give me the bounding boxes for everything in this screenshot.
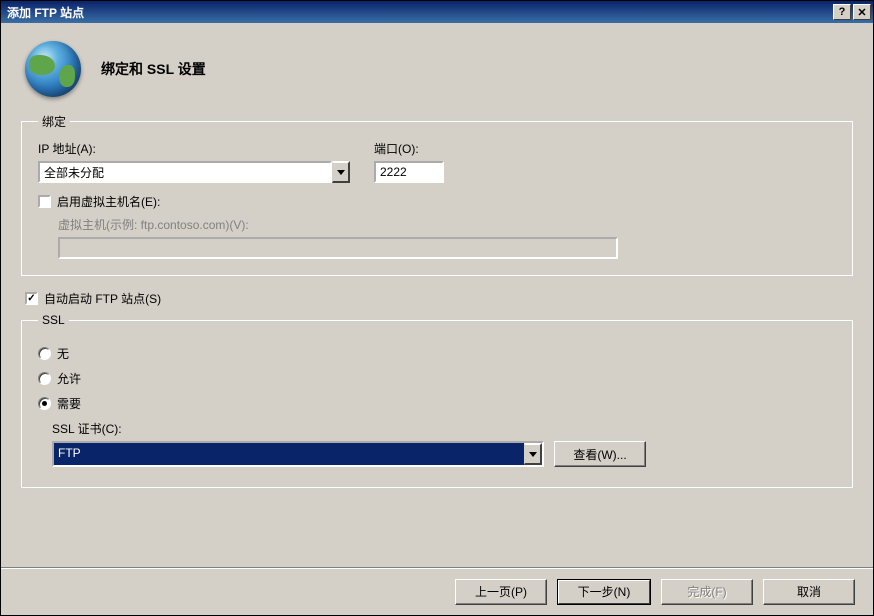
enable-vhost-checkbox[interactable] (38, 195, 51, 208)
vhost-input (58, 237, 618, 259)
ssl-cert-label: SSL 证书(C): (52, 422, 122, 436)
titlebar: 添加 FTP 站点 ? ✕ (1, 1, 873, 23)
finish-button: 完成(F) (661, 579, 753, 605)
ip-address-input[interactable] (38, 161, 332, 183)
auto-start-label: 自动启动 FTP 站点(S) (44, 290, 161, 307)
ssl-none-label: 无 (57, 345, 69, 362)
ssl-require-radio[interactable] (38, 397, 51, 410)
chevron-down-icon (337, 170, 345, 175)
ip-address-dropdown-button[interactable] (332, 161, 350, 183)
vhost-label: 虚拟主机(示例: ftp.contoso.com)(V): (58, 218, 249, 232)
radio-dot-icon (42, 401, 47, 406)
globe-icon (25, 41, 81, 97)
ssl-cert-value: FTP (54, 443, 524, 465)
ssl-legend: SSL (38, 313, 69, 327)
chevron-down-icon (529, 452, 537, 457)
check-icon: ✓ (27, 294, 35, 304)
help-button[interactable]: ? (833, 4, 851, 20)
window-title: 添加 FTP 站点 (7, 4, 833, 21)
ssl-none-radio[interactable] (38, 347, 51, 360)
auto-start-checkbox[interactable]: ✓ (25, 292, 38, 305)
ssl-cert-combo[interactable]: FTP (52, 441, 544, 467)
port-label: 端口(O): (374, 140, 444, 157)
binding-group: 绑定 IP 地址(A): 端口(O): (21, 113, 853, 276)
ip-address-combo[interactable] (38, 161, 350, 183)
close-button[interactable]: ✕ (853, 4, 871, 20)
ssl-group: SSL 无 允许 需要 SSL 证书(C): FTP (21, 313, 853, 488)
binding-legend: 绑定 (38, 113, 70, 130)
ip-address-label: IP 地址(A): (38, 140, 350, 157)
port-input[interactable] (374, 161, 444, 183)
wizard-footer: 上一页(P) 下一步(N) 完成(F) 取消 (1, 567, 873, 615)
enable-vhost-label: 启用虚拟主机名(E): (57, 193, 160, 210)
ssl-allow-label: 允许 (57, 370, 81, 387)
previous-button[interactable]: 上一页(P) (455, 579, 547, 605)
view-cert-button[interactable]: 查看(W)... (554, 441, 646, 467)
cancel-button[interactable]: 取消 (763, 579, 855, 605)
ssl-require-label: 需要 (57, 395, 81, 412)
wizard-header: 绑定和 SSL 设置 (21, 33, 853, 113)
next-button[interactable]: 下一步(N) (557, 579, 651, 605)
dialog-window: 添加 FTP 站点 ? ✕ 绑定和 SSL 设置 绑定 IP 地址(A): (0, 0, 874, 616)
page-title: 绑定和 SSL 设置 (101, 59, 206, 79)
ssl-allow-radio[interactable] (38, 372, 51, 385)
ssl-cert-dropdown-button[interactable] (524, 443, 542, 465)
